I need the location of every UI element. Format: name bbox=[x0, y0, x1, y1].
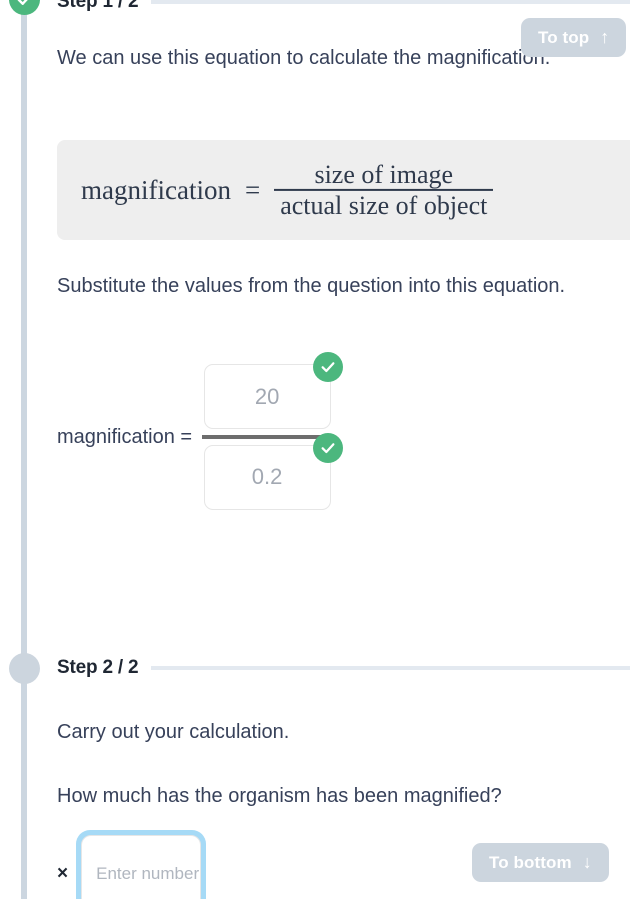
step-2-header: Step 2 / 2 bbox=[57, 657, 630, 679]
scroll-to-bottom-label: To bottom bbox=[489, 852, 572, 872]
progress-rail bbox=[21, 0, 27, 899]
step-1-paragraph-2: Substitute the values from the question … bbox=[57, 275, 566, 297]
substitution-fraction-bar bbox=[202, 435, 333, 439]
numerator-answer-wrapper: 20 bbox=[203, 352, 343, 429]
check-icon bbox=[16, 0, 33, 8]
step-2-label: Step 2 / 2 bbox=[57, 657, 139, 678]
step-1-paragraph-1: We can use this equation to calculate th… bbox=[57, 47, 551, 69]
arrow-down-icon: ↓ bbox=[582, 852, 592, 872]
step-1-divider bbox=[151, 0, 630, 4]
step-2-paragraph-2: How much has the organism has been magni… bbox=[57, 785, 502, 807]
step-walkthrough-panel: Step 1 / 2 We can use this equation to c… bbox=[0, 0, 630, 899]
denominator-answer-input[interactable]: 0.2 bbox=[203, 444, 331, 510]
denominator-answer-wrapper: 0.2 bbox=[203, 432, 343, 510]
check-icon bbox=[320, 359, 336, 375]
numerator-correct-badge bbox=[312, 352, 343, 382]
check-icon bbox=[320, 440, 336, 456]
scroll-to-top-button[interactable]: To top ↑ bbox=[521, 18, 627, 57]
scroll-to-top-label: To top bbox=[538, 27, 590, 47]
multiplication-sign-icon: × bbox=[57, 862, 69, 884]
equation-operator: = bbox=[244, 174, 261, 205]
substitution-fraction: 20 0.2 bbox=[202, 352, 343, 516]
step-1-complete-marker bbox=[9, 0, 40, 15]
equation-denominator: actual size of object bbox=[280, 190, 488, 220]
arrow-up-icon: ↑ bbox=[600, 27, 610, 47]
equation-callout: magnification = size of image actual siz… bbox=[57, 140, 630, 240]
equation-numerator: size of image bbox=[314, 159, 454, 189]
scroll-to-bottom-button[interactable]: To bottom ↓ bbox=[472, 843, 609, 882]
step-2-paragraph-1: Carry out your calculation. bbox=[57, 721, 290, 743]
step-1-label: Step 1 / 2 bbox=[57, 0, 139, 12]
step-1-header: Step 1 / 2 bbox=[57, 0, 630, 13]
substitution-equation: magnification = 20 0.2 bbox=[57, 352, 343, 516]
step-2-pending-marker bbox=[9, 653, 40, 684]
answer-input-focus-ring: Enter number bbox=[76, 830, 207, 899]
step-2-answer-row: × Enter number bbox=[57, 830, 207, 899]
equation-lhs: magnification bbox=[81, 174, 231, 205]
equation-fraction: size of image actual size of object bbox=[274, 159, 494, 220]
answer-number-input[interactable]: Enter number bbox=[81, 835, 202, 899]
denominator-correct-badge bbox=[312, 432, 343, 463]
substitution-label: magnification = bbox=[57, 426, 193, 449]
step-2-divider bbox=[151, 666, 630, 670]
equation-formula: magnification = size of image actual siz… bbox=[81, 159, 494, 220]
numerator-answer-input[interactable]: 20 bbox=[203, 364, 331, 429]
